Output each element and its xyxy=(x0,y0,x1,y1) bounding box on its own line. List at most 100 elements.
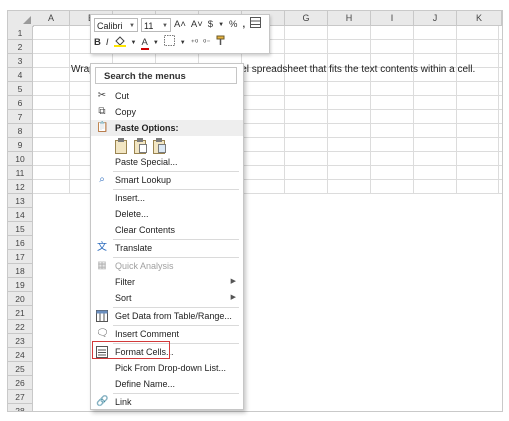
menu-item-filter[interactable]: Filter ▶ xyxy=(91,274,243,290)
menu-item-delete-label: Delete... xyxy=(115,209,149,219)
decrease-decimal-icon[interactable]: ⁰⁻ xyxy=(203,36,210,50)
row-header-4[interactable]: 4 xyxy=(8,68,33,82)
menu-item-insert-comment[interactable]: 🗨 Insert Comment xyxy=(91,326,243,342)
row-header-14[interactable]: 14 xyxy=(8,208,33,222)
menu-item-quick-analysis-label: Quick Analysis xyxy=(115,261,174,271)
row-header-13[interactable]: 13 xyxy=(8,194,33,208)
row-header-8[interactable]: 8 xyxy=(8,124,33,138)
menu-item-copy[interactable]: ⧉ Copy xyxy=(91,104,243,120)
row-header-5[interactable]: 5 xyxy=(8,82,33,96)
paste-clip xyxy=(118,138,124,142)
menu-item-cut[interactable]: ✂ Cut xyxy=(91,88,243,104)
menu-item-sort[interactable]: Sort ▶ xyxy=(91,290,243,306)
paste-picture-icon[interactable] xyxy=(153,138,167,154)
search-menus-input[interactable]: Search the menus xyxy=(95,67,237,84)
row-header-11[interactable]: 11 xyxy=(8,166,33,180)
menu-item-clear-contents[interactable]: Clear Contents xyxy=(91,222,243,238)
row-header-20[interactable]: 20 xyxy=(8,292,33,306)
paste-clip xyxy=(156,138,162,142)
chevron-down-icon[interactable]: ▼ xyxy=(218,18,224,32)
chevron-down-icon[interactable]: ▼ xyxy=(131,36,137,50)
column-header-k[interactable]: K xyxy=(457,11,502,26)
bold-button[interactable]: B xyxy=(94,36,101,50)
column-header-i[interactable]: I xyxy=(371,11,414,26)
gridline xyxy=(498,26,499,194)
menu-item-link[interactable]: 🔗 Link xyxy=(91,394,243,410)
font-size-select[interactable]: 11 ▼ xyxy=(141,18,171,32)
search-icon: ⌕ xyxy=(99,174,105,185)
paste-clip xyxy=(137,138,143,142)
format-painter-icon[interactable] xyxy=(216,35,227,51)
row-header-1[interactable]: 1 xyxy=(8,26,33,40)
row-header-27[interactable]: 27 xyxy=(8,390,33,404)
paste-sheet xyxy=(139,144,147,153)
row-header-10[interactable]: 10 xyxy=(8,152,33,166)
row-header-24[interactable]: 24 xyxy=(8,348,33,362)
increase-font-size-button[interactable]: A˄ xyxy=(174,18,186,32)
scissors-icon: ✂ xyxy=(97,90,107,101)
copy-icon: ⧉ xyxy=(98,106,106,117)
menu-item-smart-lookup-label: Smart Lookup xyxy=(115,175,172,185)
row-header-18[interactable]: 18 xyxy=(8,264,33,278)
row-header-9[interactable]: 9 xyxy=(8,138,33,152)
row-header-21[interactable]: 21 xyxy=(8,306,33,320)
row-header-12[interactable]: 12 xyxy=(8,180,33,194)
menu-item-paste-special[interactable]: Paste Special... xyxy=(91,154,243,170)
increase-decimal-icon[interactable]: ⁺⁰ xyxy=(191,36,198,50)
paste-board xyxy=(115,140,127,154)
menu-item-translate-label: Translate xyxy=(115,243,153,253)
row-header-26[interactable]: 26 xyxy=(8,376,33,390)
paste-icon[interactable] xyxy=(115,138,129,154)
menu-item-cut-label: Cut xyxy=(115,91,130,101)
chevron-right-icon: ▶ xyxy=(230,294,236,301)
percent-style-button[interactable]: % xyxy=(229,18,237,32)
row-header-25[interactable]: 25 xyxy=(8,362,33,376)
font-color-button[interactable]: A xyxy=(141,36,150,50)
spreadsheet-frame: A B C D E F G H I J K 1 2 3 4 5 6 7 8 9 … xyxy=(7,10,503,412)
paste-options-icons xyxy=(115,138,167,154)
menu-item-smart-lookup[interactable]: ⌕ Smart Lookup xyxy=(91,172,243,188)
gridline xyxy=(284,26,285,194)
menu-item-pick-from-list[interactable]: Pick From Drop-down List... xyxy=(91,360,243,376)
chevron-down-icon[interactable]: ▼ xyxy=(180,36,186,50)
menu-item-translate[interactable]: 文 Translate xyxy=(91,240,243,256)
italic-button[interactable]: I xyxy=(106,36,109,50)
translate-icon: 文 xyxy=(97,242,107,253)
row-header-15[interactable]: 15 xyxy=(8,222,33,236)
row-header-19[interactable]: 19 xyxy=(8,278,33,292)
font-color-bar xyxy=(141,48,150,50)
row-header-16[interactable]: 16 xyxy=(8,236,33,250)
row-header-23[interactable]: 23 xyxy=(8,334,33,348)
row-header-7[interactable]: 7 xyxy=(8,110,33,124)
row-header-17[interactable]: 17 xyxy=(8,250,33,264)
menu-item-define-name[interactable]: Define Name... xyxy=(91,376,243,392)
menu-item-get-data[interactable]: Get Data from Table/Range... xyxy=(91,308,243,324)
row-header-3[interactable]: 3 xyxy=(8,54,33,68)
decrease-font-size-button[interactable]: A˅ xyxy=(191,18,203,32)
select-all-corner[interactable] xyxy=(8,11,34,27)
row-header-6[interactable]: 6 xyxy=(8,96,33,110)
borders-icon[interactable] xyxy=(163,35,175,51)
chevron-down-icon[interactable]: ▼ xyxy=(153,36,159,50)
row-header-28[interactable]: 28 xyxy=(8,404,33,411)
column-header-g[interactable]: G xyxy=(285,11,328,26)
comma-style-button[interactable]: , xyxy=(242,18,245,32)
font-name-select[interactable]: Calibri ▼ xyxy=(94,18,138,32)
menu-item-quick-analysis: ▦ Quick Analysis xyxy=(91,258,243,274)
mini-toolbar-row-1: Calibri ▼ 11 ▼ A˄ A˅ $ ▼ % , xyxy=(94,17,266,33)
paste-formulas-icon[interactable] xyxy=(134,138,148,154)
column-header-j[interactable]: J xyxy=(414,11,457,26)
paste-sheet xyxy=(158,144,166,153)
fill-color-icon[interactable] xyxy=(113,35,126,52)
menu-item-delete[interactable]: Delete... xyxy=(91,206,243,222)
row-header-22[interactable]: 22 xyxy=(8,320,33,334)
gridline xyxy=(370,26,371,194)
row-header-2[interactable]: 2 xyxy=(8,40,33,54)
menu-item-insert[interactable]: Insert... xyxy=(91,190,243,206)
comment-icon: 🗨 xyxy=(96,328,109,339)
format-painter-table-icon[interactable] xyxy=(250,17,262,33)
menu-item-get-data-label: Get Data from Table/Range... xyxy=(115,311,232,321)
column-header-h[interactable]: H xyxy=(328,11,371,26)
accounting-format-button[interactable]: $ xyxy=(208,18,213,32)
column-header-a[interactable]: A xyxy=(33,11,70,26)
